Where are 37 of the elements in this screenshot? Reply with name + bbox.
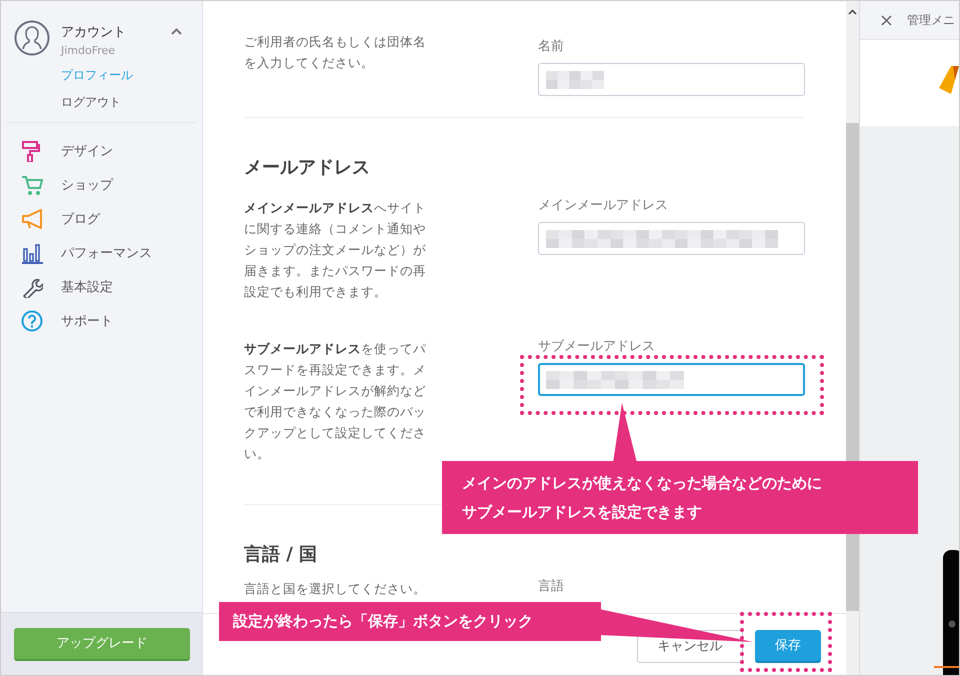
field-label: メインメールアドレス [538,197,669,215]
scroll-up-icon [848,9,857,15]
nav-item[interactable]: ショップ [1,172,202,198]
blurred-text-drawing [546,70,604,88]
nav-item[interactable]: 基本設定 [1,274,202,300]
nav-item[interactable]: サポート [1,308,202,334]
callout-text: 設定が終わったら「保存」ボタンをクリック [233,612,534,631]
description-text: 言語と国を選択してください。 [244,580,427,598]
input-field[interactable] [538,63,805,96]
bar-chart-icon [21,242,43,264]
wrench-icon [21,276,43,298]
field-label: 名前 [538,38,565,56]
section-heading: メールアドレス [244,156,371,180]
description-text: ご利用者の氏名もしくは団体名を入力してください。 [244,33,427,72]
callout-text: サブメールアドレスを設定できます [462,502,703,523]
callout-text: メインのアドレスが使えなくなった場合などのために [462,473,823,494]
cart-icon [21,174,43,196]
submenu-link[interactable]: ログアウト [61,94,202,111]
paint-roller-icon [21,140,43,162]
panel-title: 管理メニ [907,12,955,28]
description-text: メインメールアドレスへサイトに関する連絡（コメント通知やショップの注文メールなど）が届きます。またパスワードの再設定でも利用できます。 [244,199,427,301]
description-text: サブメールアドレスを使ってパスワードを再設定できます。メインメールアドレスが解約などで利用できなくなった際のバックアップとして設定してください。 [244,340,427,463]
nav-item[interactable]: ブログ [1,206,202,232]
avatar-icon [14,20,50,56]
help-icon [21,310,43,332]
account-plan: JimdoFree [61,44,116,57]
close-icon [881,14,892,26]
input-field[interactable] [538,222,805,255]
accent-line [934,666,959,668]
megaphone-icon [21,208,43,230]
nav-item[interactable]: パフォーマンス [1,240,202,266]
field-label: サブメールアドレス [538,338,656,356]
field-label: 言語 [538,578,565,596]
section-heading: 言語 / 国 [244,543,318,567]
account-title: アカウント [61,24,127,41]
nav-item[interactable]: デザイン [1,138,202,164]
input-field[interactable] [538,363,805,396]
